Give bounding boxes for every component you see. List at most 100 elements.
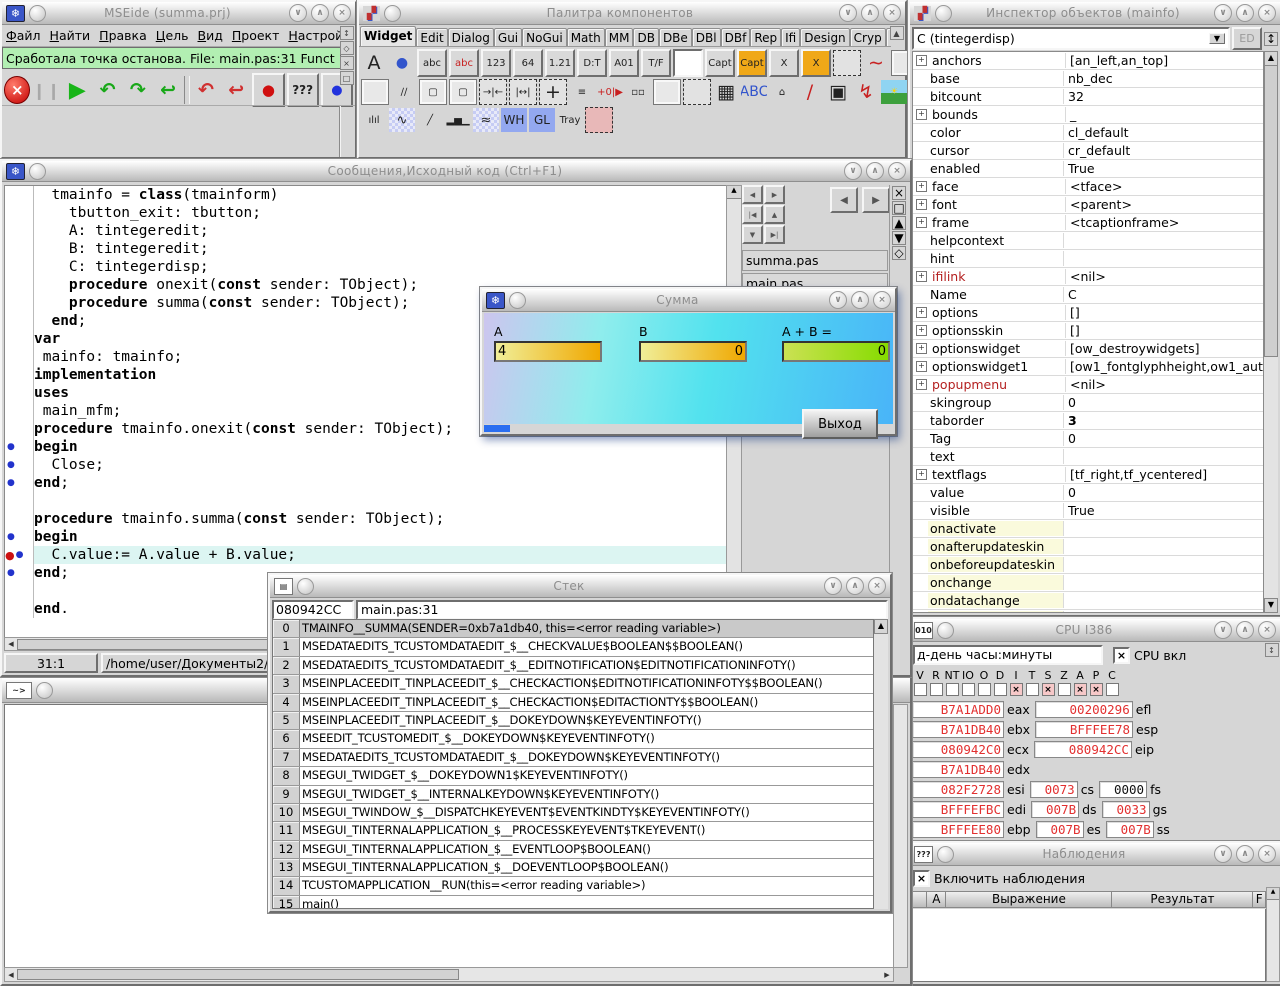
stack-scrollbar[interactable]: ▲ — [874, 619, 888, 909]
palette-component-icon[interactable]: D:T — [577, 49, 607, 77]
gutter[interactable] — [5, 294, 34, 312]
gutter[interactable] — [5, 420, 34, 438]
property-value[interactable]: cr_default — [1064, 143, 1263, 158]
palette-tab-gui[interactable]: Gui — [494, 28, 522, 46]
palette-tab-ifi[interactable]: Ifi — [781, 28, 800, 46]
palette-component-icon[interactable]: ≡ — [569, 80, 595, 104]
gutter[interactable] — [5, 204, 34, 222]
flag-checkbox-V[interactable] — [912, 683, 928, 696]
close-button[interactable]: × — [1258, 4, 1276, 22]
exit-button[interactable]: Выход — [802, 409, 878, 439]
register-value-ebp[interactable]: BFFFEE80 — [912, 821, 1004, 838]
gutter[interactable] — [5, 258, 34, 276]
palette-component-icon[interactable]: ≈ — [473, 108, 499, 132]
palette-component-icon[interactable] — [585, 107, 613, 133]
palette-tab-math[interactable]: Math — [567, 28, 605, 46]
property-row-onchange[interactable]: onchange — [913, 574, 1263, 592]
object-selector-combo[interactable]: C (tintegerdisp) ▼ — [912, 27, 1230, 50]
gutter[interactable] — [5, 348, 34, 366]
palette-component-icon[interactable]: ▂▅▁ — [445, 108, 471, 132]
register-value-es[interactable]: 007B — [1036, 821, 1084, 838]
code-text[interactable]: tmainfo = class(tmainform) — [34, 186, 727, 204]
cpu-enable-checkbox[interactable]: × CPU вкл — [1113, 647, 1186, 664]
code-text[interactable]: B: tintegeredit; — [34, 240, 727, 258]
enable-watches-checkbox[interactable]: × Включить наблюдения — [913, 870, 1277, 887]
scroll-up-icon[interactable]: ▲ — [727, 186, 741, 199]
close-button[interactable]: × — [883, 4, 901, 22]
inspector-spinner[interactable]: ↕ — [1264, 32, 1278, 46]
gutter[interactable] — [5, 510, 34, 528]
stack-frame-row[interactable]: 15main() — [273, 896, 873, 909]
palette-component-icon[interactable]: ∿ — [389, 108, 415, 132]
watch-column-A[interactable]: A — [927, 891, 946, 908]
stack-address-field[interactable]: 080942CC — [272, 600, 354, 620]
summa-titlebar[interactable]: ❄ Сумма ∨∧× — [482, 289, 895, 312]
close-button[interactable]: × — [333, 4, 351, 22]
palette-component-icon[interactable]: ABC — [741, 80, 767, 104]
step-out-button[interactable]: ↩ — [154, 75, 182, 105]
stack-frame-row[interactable]: 3MSEINPLACEEDIT_TINPLACEEDIT_$__CHECKACT… — [273, 675, 873, 693]
property-value[interactable]: [ow1_fontglyphheight,ow1_autosc — [1066, 359, 1263, 374]
close-button[interactable]: × — [1258, 621, 1276, 639]
cpu-titlebar[interactable]: 010 CPU I386 ∨∧× — [910, 619, 1280, 642]
palette-component-icon[interactable]: / — [797, 80, 823, 104]
palette-component-icon[interactable]: ⌂ — [769, 80, 795, 104]
minimize-button[interactable]: ∨ — [1214, 4, 1232, 22]
edge-button[interactable]: □ — [892, 201, 906, 215]
property-row-ondeactivate[interactable]: ondeactivate — [913, 610, 1263, 613]
run-button[interactable]: ▶ — [63, 75, 91, 105]
value-input[interactable]: 0 — [639, 341, 747, 362]
palette-tab-edit[interactable]: Edit — [416, 28, 447, 46]
code-text[interactable]: tbutton_exit: tbutton; — [34, 204, 727, 222]
mini-updown-icon[interactable]: ↕ — [340, 26, 354, 40]
flag-checkbox-IO[interactable] — [960, 683, 976, 696]
flag-checkbox-D[interactable] — [992, 683, 1008, 696]
register-value-cs[interactable]: 0073 — [1030, 781, 1078, 798]
property-value[interactable]: True — [1064, 161, 1263, 176]
cpu-scroll[interactable]: ↕ — [1265, 643, 1278, 657]
window-menu-button[interactable] — [29, 163, 46, 180]
minimize-button[interactable]: ∨ — [1214, 845, 1232, 863]
expand-icon[interactable]: + — [916, 181, 927, 192]
palette-component-icon[interactable]: A — [361, 51, 387, 75]
property-row-onactivate[interactable]: onactivate — [913, 520, 1263, 538]
palette-component-icon[interactable]: +0|▶ — [597, 80, 623, 104]
stack-frame-row[interactable]: 4MSEINPLACEEDIT_TINPLACEEDIT_$__CHECKACT… — [273, 694, 873, 712]
palette-component-icon[interactable]: Tray — [557, 108, 583, 132]
register-value-gs[interactable]: 0033 — [1102, 801, 1150, 818]
gutter[interactable] — [5, 276, 34, 294]
property-row-ondatachange[interactable]: ondatachange — [913, 592, 1263, 610]
watches-scrollbar[interactable]: ▲ — [1266, 887, 1280, 982]
expand-icon[interactable]: + — [916, 469, 927, 480]
terminal-horizontal-scrollbar[interactable]: ◀ ▶ — [4, 967, 894, 982]
inspector-titlebar[interactable]: ▞ Инспектор объектов (mainfo) ∨∧× — [910, 2, 1280, 25]
palette-component-icon[interactable]: Capt — [705, 49, 735, 77]
watch-column-marker[interactable] — [912, 891, 927, 908]
property-row-options[interactable]: +options[] — [913, 304, 1263, 322]
terminal-vertical-scrollbar[interactable] — [893, 704, 908, 968]
history-button[interactable]: ◀ — [830, 187, 858, 213]
register-value-eip[interactable]: 080942CC — [1034, 741, 1132, 758]
palette-component-icon[interactable] — [683, 79, 711, 105]
palette-component-icon[interactable]: 123 — [481, 49, 511, 77]
window-menu-button[interactable] — [937, 846, 954, 863]
property-row-bounds[interactable]: +bounds_ — [913, 106, 1263, 124]
stack-frame-row[interactable]: 7MSEDATAEDITS_TCUSTOMDATAEDIT_$__DOKEYDO… — [273, 749, 873, 767]
scroll-up-icon[interactable]: ▲ — [874, 619, 888, 634]
expand-icon[interactable]: + — [916, 199, 927, 210]
stack-titlebar[interactable]: ▤ Стек ∨∧× — [270, 575, 890, 598]
palette-component-icon[interactable]: ▣ — [825, 80, 851, 104]
palette-component-icon[interactable]: ▢ — [449, 79, 477, 105]
checkbox-icon[interactable]: × — [913, 870, 930, 887]
scroll-thumb[interactable] — [1264, 65, 1278, 357]
expand-icon[interactable]: + — [916, 55, 927, 66]
flag-checkbox-Z[interactable] — [1056, 683, 1072, 696]
close-button[interactable]: × — [888, 162, 906, 180]
scroll-left-icon[interactable]: ◀ — [5, 971, 17, 979]
toggle-breakpoint-button[interactable]: ● — [252, 73, 284, 107]
window-menu-button[interactable] — [297, 578, 314, 595]
chevron-down-icon[interactable]: ▼ — [1209, 33, 1225, 44]
watch-column-Результат[interactable]: Результат — [1112, 891, 1253, 908]
register-value-ecx[interactable]: 080942C0 — [912, 741, 1004, 758]
gutter[interactable] — [5, 366, 34, 384]
